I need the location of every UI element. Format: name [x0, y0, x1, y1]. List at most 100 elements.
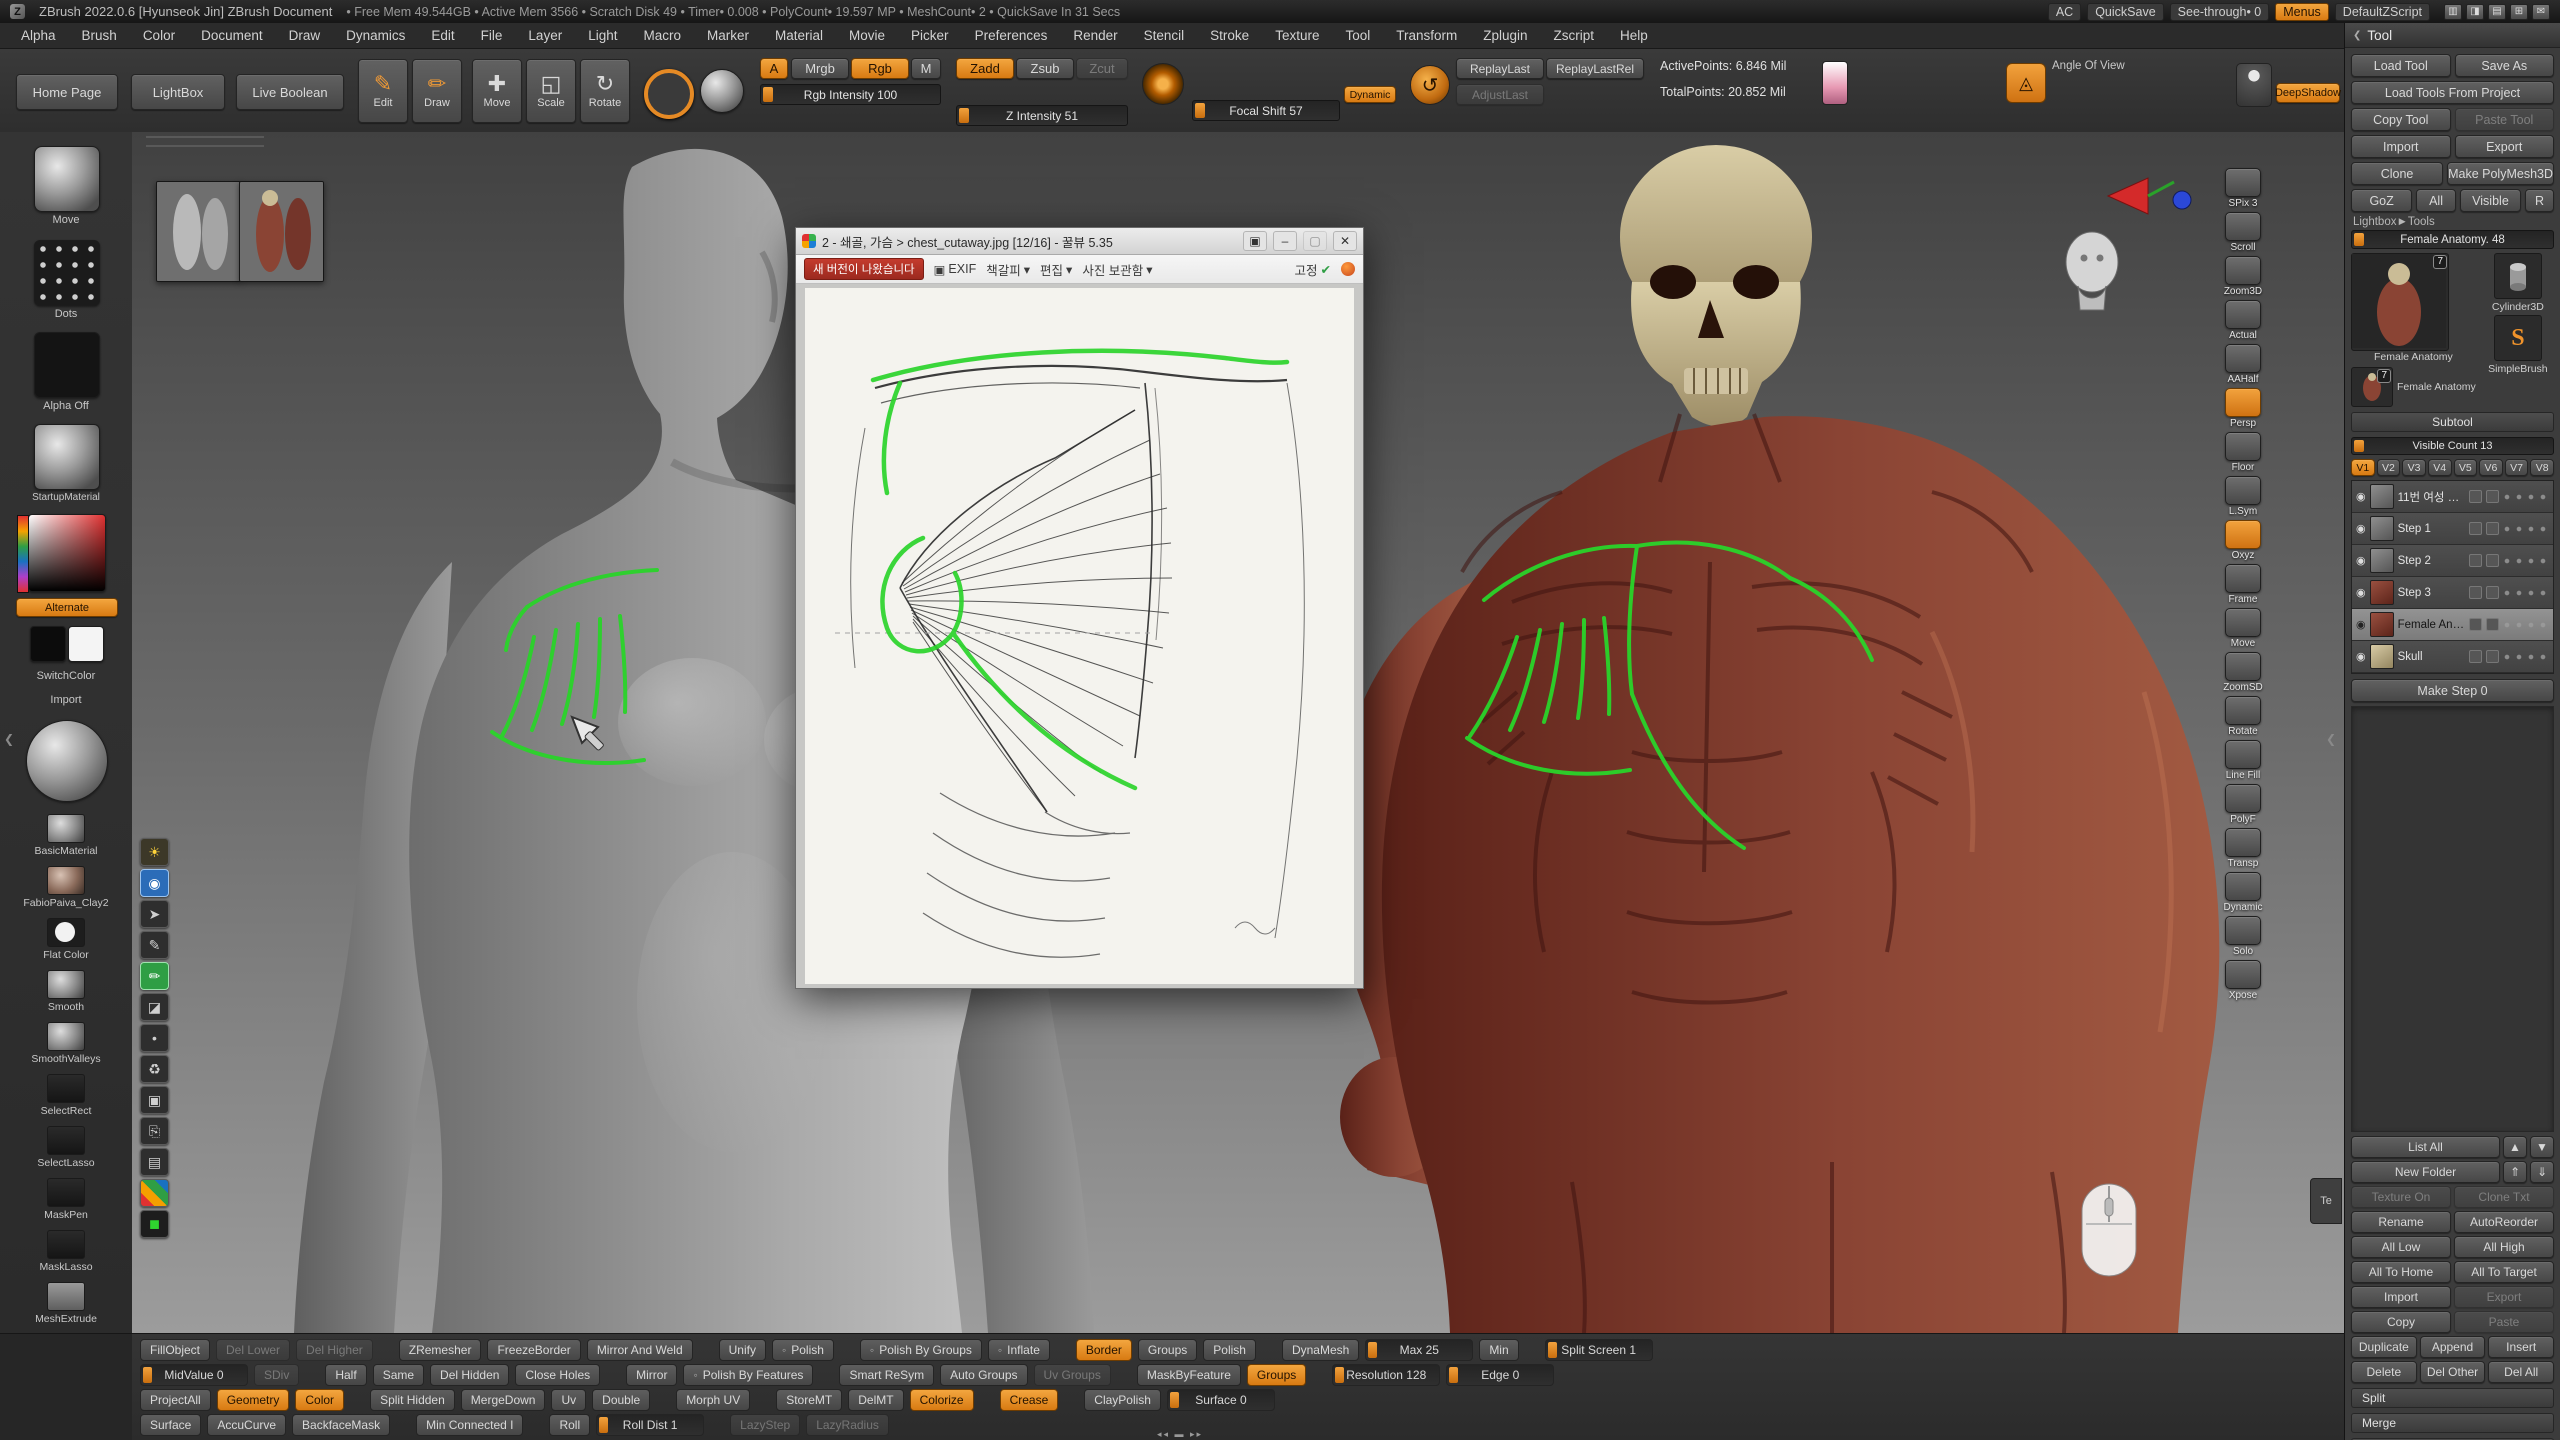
tray-button[interactable]: Groups — [1247, 1364, 1306, 1386]
menu-item[interactable]: Dynamics — [333, 28, 418, 43]
menu-item[interactable]: Movie — [836, 28, 898, 43]
menu-item[interactable]: Marker — [694, 28, 762, 43]
tray-button[interactable]: ClayPolish — [1084, 1389, 1161, 1411]
shelf-slot[interactable]: SelectLasso — [0, 1126, 132, 1169]
tray-button[interactable]: Crease — [1000, 1389, 1059, 1411]
menu-item[interactable]: Brush — [69, 28, 130, 43]
polypaint-icon[interactable] — [2469, 586, 2482, 599]
eraser-icon[interactable]: ◪ — [140, 993, 169, 1021]
visibility-eye-icon[interactable]: ◉ — [2356, 618, 2366, 631]
menu-item[interactable]: Macro — [630, 28, 694, 43]
image-viewer-window[interactable]: 2 - 쇄골, 가슴 > chest_cutaway.jpg [12/16] -… — [795, 227, 1364, 989]
bulb-icon[interactable]: ☀ — [140, 838, 169, 866]
mrgb-button[interactable]: Mrgb — [791, 58, 849, 79]
viewport-strip-button[interactable]: Actual — [2225, 300, 2261, 341]
viewport-strip-button[interactable]: Scroll — [2225, 212, 2261, 253]
menu-item[interactable]: Transform — [1383, 28, 1470, 43]
polypaint-icon[interactable] — [2469, 618, 2482, 631]
move-to-top-button[interactable]: ⇑ — [2503, 1161, 2527, 1183]
visible-count-slider[interactable]: Visible Count 13 — [2351, 437, 2554, 455]
tray-button[interactable]: Del Lower — [216, 1339, 290, 1361]
notes-icon[interactable]: ▤ — [140, 1148, 169, 1176]
tray-button[interactable]: Border — [1076, 1339, 1132, 1361]
menu-item[interactable]: Stencil — [1131, 28, 1198, 43]
tray-button[interactable]: Split Hidden — [370, 1389, 455, 1411]
subtool-view-tab[interactable]: V3 — [2402, 459, 2426, 476]
titlebar-icon[interactable]: ⊞ — [2510, 4, 2528, 20]
subtool-row[interactable]: ◉ Step 3 — [2352, 577, 2553, 609]
subtool-list-empty-area[interactable] — [2351, 706, 2554, 1132]
viewport-strip-button[interactable]: Move — [2225, 608, 2261, 649]
tray-button[interactable]: Same — [373, 1364, 424, 1386]
viewport-strip-button[interactable]: Oxyz — [2225, 520, 2261, 561]
tray-button[interactable]: SDiv — [254, 1364, 299, 1386]
viewport-strip-button[interactable]: Zoom3D — [2224, 256, 2262, 297]
subtool-view-tab[interactable]: V4 — [2428, 459, 2452, 476]
rgb-button[interactable]: Rgb — [851, 58, 909, 79]
copy-tool-button[interactable]: Copy Tool — [2351, 108, 2451, 131]
sculpt-layer-icon[interactable] — [2486, 554, 2499, 567]
right-tray-toggle[interactable]: ❮ — [2326, 732, 2336, 746]
visibility-eye-icon[interactable]: ◉ — [2356, 650, 2366, 663]
rotate-button[interactable]: ↻ Rotate — [580, 59, 630, 123]
shelf-slot[interactable]: MeshExtrude — [0, 1282, 132, 1325]
shelf-slot[interactable]: Flat Color — [0, 918, 132, 961]
sculpt-layer-icon[interactable] — [2486, 586, 2499, 599]
subtool-up-button[interactable]: ▲ — [2503, 1136, 2527, 1158]
all-high-button[interactable]: All High — [2454, 1236, 2554, 1258]
tray-button[interactable]: MaskByFeature — [1137, 1364, 1241, 1386]
hue-strip[interactable] — [17, 515, 29, 593]
edit-dropdown[interactable]: 편집▾ — [1040, 260, 1072, 279]
visibility-eye-icon[interactable]: ◉ — [2356, 554, 2366, 567]
stroke-type-thumb[interactable] — [34, 240, 100, 306]
nav-thumbnail-gray[interactable] — [156, 181, 241, 282]
shelf-slot[interactable]: Smooth — [0, 970, 132, 1013]
pencil-icon[interactable]: ✎ — [140, 931, 169, 959]
viewer-title-bar[interactable]: 2 - 쇄골, 가슴 > chest_cutaway.jpg [12/16] -… — [796, 228, 1363, 255]
gyro-icon[interactable] — [644, 69, 694, 119]
tray-button[interactable]: Colorize — [910, 1389, 974, 1411]
menu-item[interactable]: Picker — [898, 28, 962, 43]
z-intensity-slider[interactable]: Z Intensity 51 — [956, 105, 1128, 126]
new-folder-button[interactable]: New Folder — [2351, 1161, 2500, 1183]
secondary-color-swatch[interactable] — [68, 626, 104, 662]
tray-button[interactable]: BackfaceMask — [292, 1414, 390, 1436]
subtool-view-tab[interactable]: V6 — [2479, 459, 2503, 476]
goz-button[interactable]: GoZ — [2351, 189, 2412, 212]
menu-item[interactable]: Help — [1607, 28, 1661, 43]
focal-shift-icon[interactable] — [1142, 63, 1184, 105]
tray-button[interactable]: Roll Dist 1 — [596, 1414, 704, 1436]
dot-icon[interactable]: • — [140, 1024, 169, 1052]
tool-item-slider[interactable]: Female Anatomy. 48 — [2351, 230, 2554, 249]
subtool-view-tab[interactable]: V7 — [2505, 459, 2529, 476]
menu-item[interactable]: Alpha — [8, 28, 69, 43]
del-other-button[interactable]: Del Other — [2420, 1361, 2486, 1383]
m-button[interactable]: M — [911, 58, 941, 79]
goz-visible-button[interactable]: Visible — [2460, 189, 2521, 212]
titlebar-button[interactable]: Menus — [2275, 3, 2329, 21]
lightbox-pull-handle[interactable] — [146, 136, 264, 147]
tray-button[interactable]: Unify — [719, 1339, 766, 1361]
viewport-strip-button[interactable]: Xpose — [2225, 960, 2261, 1001]
viewport-strip-button[interactable]: Line Fill — [2225, 740, 2261, 781]
tray-button[interactable]: Smart ReSym — [839, 1364, 934, 1386]
titlebar-icon[interactable]: ▤ — [2488, 4, 2506, 20]
texture-on-button[interactable]: Texture On — [2351, 1186, 2451, 1208]
visibility-eye-icon[interactable]: ◉ — [2356, 586, 2366, 599]
sculpt-layer-icon[interactable] — [2486, 490, 2499, 503]
paste-tool-button[interactable]: Paste Tool — [2455, 108, 2555, 131]
viewer-status-icon[interactable] — [1341, 262, 1355, 276]
import-button[interactable]: Import — [2351, 135, 2451, 158]
menu-item[interactable]: Zplugin — [1470, 28, 1540, 43]
tray-button[interactable]: Close Holes — [515, 1364, 600, 1386]
tray-button[interactable]: Roll — [549, 1414, 590, 1436]
bookmark-dropdown[interactable]: 책갈피▾ — [986, 260, 1030, 279]
tray-button[interactable]: Surface — [140, 1414, 201, 1436]
collapsed-tray-tab[interactable]: Te — [2310, 1178, 2342, 1224]
split-section-header[interactable]: Split — [2351, 1388, 2554, 1408]
menu-item[interactable]: Edit — [418, 28, 467, 43]
tray-button[interactable]: ProjectAll — [140, 1389, 211, 1411]
lightbox-tools-label[interactable]: Lightbox►Tools — [2353, 216, 2552, 228]
tray-button[interactable]: Inflate — [988, 1339, 1050, 1361]
main-color-swatch[interactable] — [30, 626, 66, 662]
